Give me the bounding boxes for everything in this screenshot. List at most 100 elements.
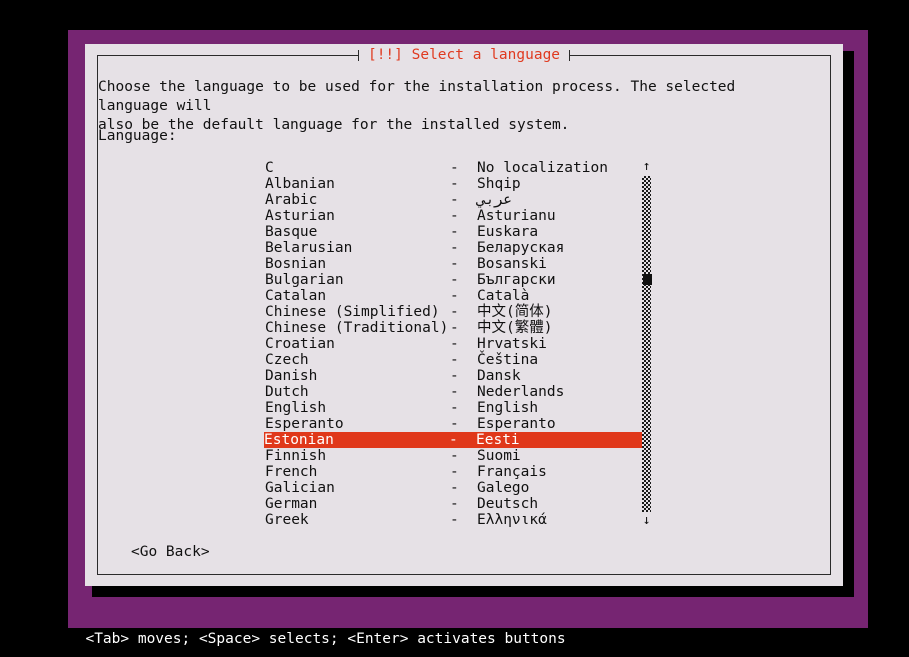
language-list-item[interactable]: Galician - Galego	[265, 480, 635, 496]
language-list-item[interactable]: Finnish - Suomi	[265, 448, 635, 464]
language-name: Chinese (Traditional)	[265, 320, 449, 336]
language-list-item[interactable]: Danish - Dansk	[265, 368, 635, 384]
scrollbar-track[interactable]	[642, 176, 652, 512]
scroll-down-arrow-icon[interactable]: ↓	[641, 514, 652, 528]
language-list-item[interactable]: Basque - Euskara	[265, 224, 635, 240]
language-separator: -	[450, 160, 459, 176]
language-native-name: 中文(繁體)	[477, 320, 553, 336]
language-name: Chinese (Simplified)	[265, 304, 440, 320]
language-native-name: Hrvatski	[477, 336, 547, 352]
language-separator: -	[450, 176, 459, 192]
language-separator: -	[450, 400, 459, 416]
language-separator: -	[450, 304, 459, 320]
language-native-name: Čeština	[477, 352, 539, 368]
language-separator: -	[450, 272, 459, 288]
language-native-name: Galego	[477, 480, 530, 496]
language-separator: -	[450, 192, 459, 208]
language-separator: -	[450, 352, 459, 368]
language-native-name: Euskara	[477, 224, 539, 240]
language-list-item[interactable]: Bulgarian - Български	[265, 272, 635, 288]
language-native-name: Nederlands	[477, 384, 565, 400]
language-list-item[interactable]: German - Deutsch	[265, 496, 635, 512]
language-name: Arabic	[265, 192, 318, 208]
language-list-item[interactable]: Greek - Ελληνικά	[265, 512, 635, 528]
language-name: Bulgarian	[265, 272, 344, 288]
language-name: English	[265, 400, 327, 416]
language-list-item[interactable]: French - Français	[265, 464, 635, 480]
language-name: Asturian	[265, 208, 335, 224]
language-name: Catalan	[265, 288, 327, 304]
language-native-name: Ελληνικά	[477, 512, 547, 528]
language-separator: -	[450, 240, 459, 256]
language-separator: -	[450, 368, 459, 384]
language-separator: -	[450, 512, 459, 528]
language-list-item[interactable]: Croatian - Hrvatski	[265, 336, 635, 352]
language-name: Estonian	[264, 432, 334, 448]
language-native-name: Català	[477, 288, 530, 304]
language-native-name: Bosanski	[477, 256, 547, 272]
language-native-name: No localization	[477, 160, 608, 176]
language-separator: -	[450, 288, 459, 304]
language-name: Danish	[265, 368, 318, 384]
language-native-name: Deutsch	[477, 496, 539, 512]
go-back-button[interactable]: <Go Back>	[131, 544, 210, 560]
language-list-item[interactable]: Dutch - Nederlands	[265, 384, 635, 400]
language-name: Croatian	[265, 336, 335, 352]
language-separator: -	[450, 480, 459, 496]
language-separator: -	[450, 464, 459, 480]
language-name: Belarusian	[265, 240, 353, 256]
language-list-item[interactable]: C - No localization	[265, 160, 635, 176]
language-native-name: 中文(简体)	[477, 304, 553, 320]
language-name: Esperanto	[265, 416, 344, 432]
language-native-name: Български	[477, 272, 556, 288]
language-name: French	[265, 464, 318, 480]
language-name: C	[265, 160, 274, 176]
language-separator: -	[450, 320, 459, 336]
status-bar: <Tab> moves; <Space> selects; <Enter> ac…	[68, 606, 868, 647]
language-separator: -	[449, 432, 458, 448]
language-list-scrollbar[interactable]: ↑ ↓	[641, 160, 652, 528]
language-native-name: Dansk	[477, 368, 521, 384]
language-list-item[interactable]: Belarusian - Беларуская	[265, 240, 635, 256]
language-name: German	[265, 496, 318, 512]
scroll-up-arrow-icon[interactable]: ↑	[641, 160, 652, 174]
language-name: Albanian	[265, 176, 335, 192]
language-native-name: Esperanto	[477, 416, 556, 432]
language-list-item[interactable]: Arabic - عربي	[265, 192, 635, 208]
language-separator: -	[450, 448, 459, 464]
language-field-label: Language:	[98, 128, 177, 144]
language-list-item[interactable]: Czech - Čeština	[265, 352, 635, 368]
language-native-name: Asturianu	[477, 208, 556, 224]
language-name: Basque	[265, 224, 318, 240]
language-separator: -	[450, 496, 459, 512]
language-native-name: Eesti	[476, 432, 520, 448]
language-native-name: Беларуская	[477, 240, 565, 256]
language-native-name: Suomi	[477, 448, 521, 464]
language-name: Greek	[265, 512, 309, 528]
language-list-item[interactable]: Estonian - Eesti	[264, 432, 643, 448]
language-list-item[interactable]: Asturian - Asturianu	[265, 208, 635, 224]
language-separator: -	[450, 336, 459, 352]
language-list-item[interactable]: English - English	[265, 400, 635, 416]
language-separator: -	[450, 224, 459, 240]
language-native-name: English	[477, 400, 539, 416]
language-list[interactable]: C - No localization Albanian - Shqip Arabic - عر…	[264, 160, 643, 528]
instruction-text: Choose the language to be used for the i…	[98, 79, 736, 133]
page-title: [!!] Select a language	[367, 47, 561, 64]
language-native-name: Shqip	[477, 176, 521, 192]
language-list-item[interactable]: Albanian - Shqip	[265, 176, 635, 192]
language-separator: -	[450, 384, 459, 400]
language-list-item[interactable]: Chinese (Simplified) - 中文(简体)	[265, 304, 635, 320]
language-native-name: عربي	[477, 192, 512, 208]
language-name: Dutch	[265, 384, 309, 400]
language-list-item[interactable]: Esperanto - Esperanto	[265, 416, 635, 432]
language-name: Finnish	[265, 448, 327, 464]
scrollbar-thumb[interactable]	[643, 274, 652, 285]
language-name: Bosnian	[265, 256, 327, 272]
title-rule-left	[97, 55, 358, 56]
language-separator: -	[450, 208, 459, 224]
dialog-title-bar: [!!] Select a language	[97, 48, 831, 62]
language-list-item[interactable]: Bosnian - Bosanski	[265, 256, 635, 272]
language-list-item[interactable]: Catalan - Català	[265, 288, 635, 304]
language-list-item[interactable]: Chinese (Traditional) - 中文(繁體)	[265, 320, 635, 336]
